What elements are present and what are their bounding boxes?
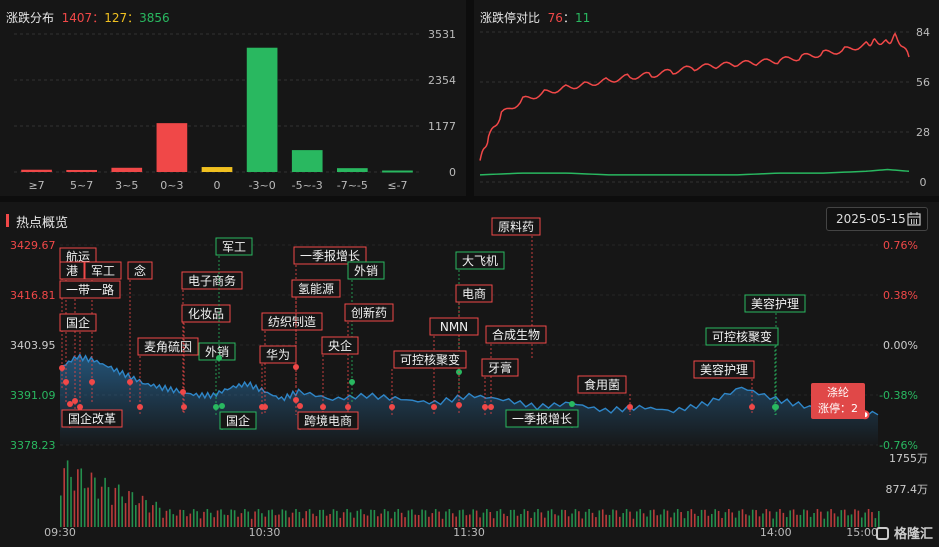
limit-up-line: [479, 32, 910, 161]
calendar-icon: [907, 212, 921, 226]
y-tick-label: 2354: [428, 74, 456, 87]
x-tick-label: 0: [214, 179, 221, 192]
x-tick-label: 5~7: [70, 179, 93, 192]
bar: [201, 167, 233, 172]
x-tick-label: 0~3: [160, 179, 183, 192]
bar: [21, 169, 52, 172]
tooltip-text: 涨停：2: [818, 402, 858, 415]
y-tick-label: 84: [916, 26, 930, 39]
bar: [291, 150, 323, 172]
bar: [246, 47, 278, 172]
tooltip-name: 涤纶: [827, 386, 849, 399]
title-accent: [6, 214, 9, 227]
bar: [66, 169, 98, 172]
brand-logo: 格隆汇: [876, 523, 933, 542]
y-tick-label: 3531: [428, 28, 456, 41]
logo-icon: [876, 527, 890, 540]
y-tick-label: 0: [449, 166, 456, 179]
bar: [111, 167, 143, 172]
x-tick-label: -5~-3: [292, 179, 323, 192]
ratio-chart: 84 56 28 0: [479, 26, 930, 189]
x-tick-label: -7~-5: [337, 179, 368, 192]
hot-title: 热点概览: [16, 216, 69, 231]
x-tick-label: -3~0: [249, 179, 276, 192]
x-tick-label: 3~5: [115, 179, 138, 192]
y-tick-label: 56: [916, 76, 930, 89]
bar: [336, 168, 368, 172]
dist-panel: 涨跌分布 1407：127：3856 3531 2354 1177 0 ≥7 5~7 3~5…: [0, 0, 466, 196]
date-picker[interactable]: 2025-05-15: [826, 207, 928, 231]
y-tick-label: 0: [920, 176, 927, 189]
x-tick-label: ≤-7: [387, 179, 407, 192]
dist-chart: 3531 2354 1177 0 ≥7 5~7 3~5 0~3 0 -3~0 -5~-3 -7~-5 ≤…: [14, 28, 456, 192]
x-tick-label: ≥7: [28, 179, 44, 192]
ratio-panel: 涨跌停对比 76：11 84 56 28 0: [474, 0, 939, 196]
y-tick-label: 1177: [428, 120, 456, 133]
date-value: 2025-05-15: [836, 212, 906, 226]
hot-panel: 热点概览: [0, 202, 939, 547]
tooltip: 涤纶 涨停：2: [811, 383, 865, 419]
limit-down-line: [479, 168, 910, 176]
logo-text: 格隆汇: [893, 527, 933, 542]
bar: [382, 170, 413, 173]
y-tick-label: 28: [916, 126, 930, 139]
bar: [156, 123, 188, 172]
